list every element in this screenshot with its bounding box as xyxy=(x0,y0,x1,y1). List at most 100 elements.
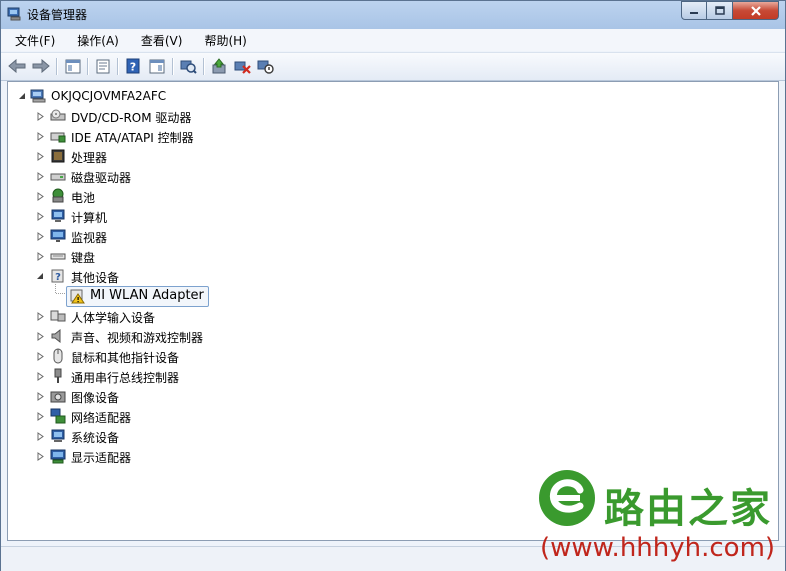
expand-triangle-icon[interactable] xyxy=(36,412,45,421)
ide-controller-icon xyxy=(50,132,66,143)
tree-item-label: 监视器 xyxy=(71,231,108,245)
dvd-drive-icon xyxy=(50,109,66,121)
tree-item-label: IDE ATA/ATAPI 控制器 xyxy=(71,131,194,145)
scan-hardware-changes-button[interactable] xyxy=(178,57,198,75)
disk-drive-icon xyxy=(50,173,66,181)
tree-item-sound-video-game[interactable]: 声音、视频和游戏控制器 xyxy=(8,326,408,346)
disable-device-button[interactable] xyxy=(255,57,275,75)
expand-triangle-icon[interactable] xyxy=(36,172,45,181)
system-device-icon xyxy=(51,429,65,442)
tree-item-mice[interactable]: 鼠标和其他指针设备 xyxy=(8,346,408,366)
tree-item-disk-drives[interactable]: 磁盘驱动器 xyxy=(8,166,408,186)
tree-item-processor[interactable]: 处理器 xyxy=(8,146,408,166)
tree-item-network-adapters[interactable]: 网络适配器 xyxy=(8,406,408,426)
tree-item-display-adapters[interactable]: 显示适配器 xyxy=(8,446,408,466)
minimize-icon xyxy=(690,11,698,14)
tree-item-label: 声音、视频和游戏控制器 xyxy=(71,331,204,345)
tree-item-imaging-devices[interactable]: 图像设备 xyxy=(8,386,408,406)
network-adapter-icon xyxy=(50,408,66,424)
expand-triangle-icon[interactable] xyxy=(36,152,45,161)
speaker-icon xyxy=(51,328,61,344)
tree-item-other-devices[interactable]: ? 其他设备 xyxy=(8,266,408,286)
show-hide-console-tree-icon xyxy=(65,59,81,73)
properties-icon xyxy=(96,59,110,73)
tree-root[interactable]: OKJQCJOVMFA2AFC xyxy=(8,86,408,106)
expand-triangle-icon[interactable] xyxy=(36,392,45,401)
forward-button[interactable] xyxy=(31,57,51,75)
expand-triangle-icon[interactable] xyxy=(36,212,45,221)
hid-icon xyxy=(50,310,66,322)
tree-item-keyboard[interactable]: 键盘 xyxy=(8,246,408,266)
collapse-triangle-icon[interactable] xyxy=(18,92,27,101)
expand-triangle-icon[interactable] xyxy=(36,232,45,241)
tree-item-monitors[interactable]: 监视器 xyxy=(8,226,408,246)
forward-arrow-icon xyxy=(32,59,50,73)
tree-item-computer[interactable]: 计算机 xyxy=(8,206,408,226)
update-driver-icon xyxy=(212,58,225,74)
menu-help[interactable]: 帮助(H) xyxy=(196,32,254,49)
toolbar: ? xyxy=(1,52,785,81)
svg-text:?: ? xyxy=(130,61,136,74)
maximize-icon xyxy=(714,6,725,15)
minimize-button[interactable] xyxy=(681,1,707,20)
tree-item-system-devices[interactable]: 系统设备 xyxy=(8,426,408,446)
tree-item-dvd-cdrom[interactable]: DVD/CD-ROM 驱动器 xyxy=(8,106,408,126)
tree-item-label: MI WLAN Adapter xyxy=(90,288,204,303)
expand-triangle-icon[interactable] xyxy=(36,352,45,361)
toolbar-separator xyxy=(172,58,174,75)
toolbar-separator xyxy=(203,58,205,75)
properties-button[interactable] xyxy=(93,57,113,75)
tree-item-label: 通用串行总线控制器 xyxy=(71,371,180,385)
battery-icon xyxy=(52,188,64,203)
menu-bar: 文件(F) 操作(A) 查看(V) 帮助(H) xyxy=(1,29,785,51)
status-bar xyxy=(1,546,785,571)
tree-item-hid[interactable]: 人体学输入设备 xyxy=(8,306,408,326)
update-driver-button[interactable] xyxy=(209,57,229,75)
tree-item-label: 电池 xyxy=(71,191,96,205)
expand-triangle-icon[interactable] xyxy=(36,112,45,121)
toolbar-separator xyxy=(117,58,119,75)
tree-item-usb-controllers[interactable]: 通用串行总线控制器 xyxy=(8,366,408,386)
toolbar-separator xyxy=(87,58,89,75)
expand-triangle-icon[interactable] xyxy=(36,192,45,201)
menu-file[interactable]: 文件(F) xyxy=(7,32,63,49)
device-tree-pane[interactable]: OKJQCJOVMFA2AFC DVD/CD-ROM 驱动器 IDE ATA/A… xyxy=(7,81,779,541)
mouse-icon xyxy=(53,348,63,364)
expand-triangle-icon[interactable] xyxy=(36,452,45,461)
maximize-button[interactable] xyxy=(707,1,733,20)
tree-item-label: 鼠标和其他指针设备 xyxy=(71,351,180,365)
menu-action[interactable]: 操作(A) xyxy=(69,32,127,49)
camera-icon xyxy=(50,391,66,403)
tree-item-label: 磁盘驱动器 xyxy=(71,171,132,185)
show-hide-console-tree-button[interactable] xyxy=(63,57,83,75)
collapse-triangle-icon[interactable] xyxy=(36,272,45,281)
expand-triangle-icon[interactable] xyxy=(36,372,45,381)
tree-item-label: 其他设备 xyxy=(71,271,120,285)
expand-triangle-icon[interactable] xyxy=(36,332,45,341)
tree-item-label: 键盘 xyxy=(71,251,96,265)
expand-triangle-icon[interactable] xyxy=(36,132,45,141)
tree-item-label: 显示适配器 xyxy=(71,451,132,465)
expand-triangle-icon[interactable] xyxy=(36,312,45,321)
action-pane-button[interactable] xyxy=(147,57,167,75)
help-button[interactable]: ? xyxy=(123,57,143,75)
tree-item-mi-wlan-adapter[interactable]: MI WLAN Adapter xyxy=(8,286,408,307)
close-icon xyxy=(750,5,761,16)
device-manager-icon xyxy=(7,7,21,21)
tree-item-label: DVD/CD-ROM 驱动器 xyxy=(71,111,192,125)
scan-hardware-changes-icon xyxy=(180,60,197,74)
uninstall-device-button[interactable] xyxy=(232,57,252,75)
tree-item-battery[interactable]: 电池 xyxy=(8,186,408,206)
action-pane-icon xyxy=(149,59,165,73)
menu-view[interactable]: 查看(V) xyxy=(133,32,191,49)
disable-device-icon xyxy=(257,60,274,74)
tree-item-ide-ata[interactable]: IDE ATA/ATAPI 控制器 xyxy=(8,126,408,146)
title-bar[interactable]: 设备管理器 xyxy=(1,1,785,28)
close-button[interactable] xyxy=(733,1,779,20)
back-button[interactable] xyxy=(7,57,27,75)
expand-triangle-icon[interactable] xyxy=(36,432,45,441)
expand-triangle-icon[interactable] xyxy=(36,252,45,261)
tree-item-label: 系统设备 xyxy=(71,431,120,445)
display-adapter-icon xyxy=(50,449,66,464)
monitor-icon xyxy=(50,229,66,242)
